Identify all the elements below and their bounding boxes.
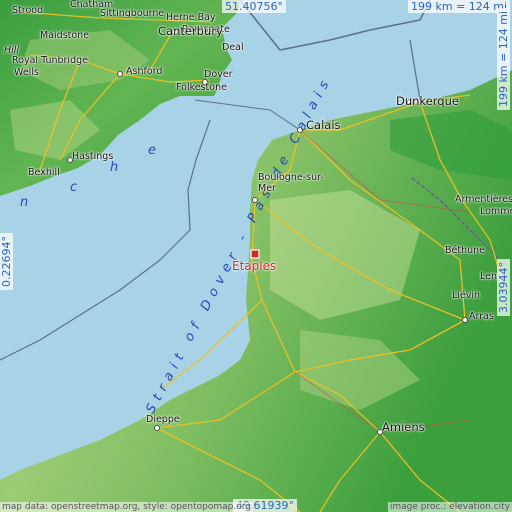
place-arras: Arras [469,311,494,322]
credit-left: map data: openstreetmap.org, style: open… [0,502,253,512]
sea-label-channel-4: e [148,143,162,158]
credit-right: image proc.: elevation.city [387,502,512,512]
sea-label-channel-3: h [110,160,125,175]
place-dover: Dover [204,69,233,80]
place-deal: Deal [222,42,244,53]
place-lievin: Liévin [452,290,481,301]
sea-label-channel-1: n [20,195,35,210]
place-amiens: Amiens [382,420,425,434]
place-armentieres: Armentières [455,194,512,205]
place-etaples: Étaples [232,259,277,273]
place-mer: Mer [258,183,276,194]
coord-top: 51.40756° [222,0,286,13]
place-herne-bay: Herne Bay [166,12,216,23]
place-folkestone: Folkestone [176,82,227,93]
place-boulogne: Boulogne-sur- [258,172,324,183]
location-marker [250,249,260,259]
place-bethune: Béthune [445,245,485,256]
place-wells: Wells [14,67,39,78]
map-view[interactable]: n c h e Strait of Dover - Pas de Calais … [0,0,512,512]
scale-top: 199 km = 124 mi [408,0,511,13]
scale-right: 199 km = 124 mi [497,7,510,110]
place-maidstone: Maidstone [40,30,90,41]
terrain-layer [0,0,512,512]
place-calais: Calais [306,118,341,132]
place-royal-tunbridge: Royal Tunbridge [12,55,88,66]
place-ashford: Ashford [126,66,163,77]
place-strood: Strood [12,5,44,16]
sea-label-channel-2: c [70,180,84,195]
place-hastings: Hastings [72,151,114,162]
place-bexhill: Bexhill [28,167,60,178]
place-lomme: Lomme [480,206,512,217]
coord-right: 3.03944° [497,259,510,316]
place-dunkerque: Dunkerque [396,94,459,108]
place-canterbury: Canterbury [158,24,223,38]
place-dieppe: Dieppe [146,414,180,425]
place-sittingbourne: Sittingbourne [100,8,165,19]
coord-left: 0.22694° [0,233,13,290]
